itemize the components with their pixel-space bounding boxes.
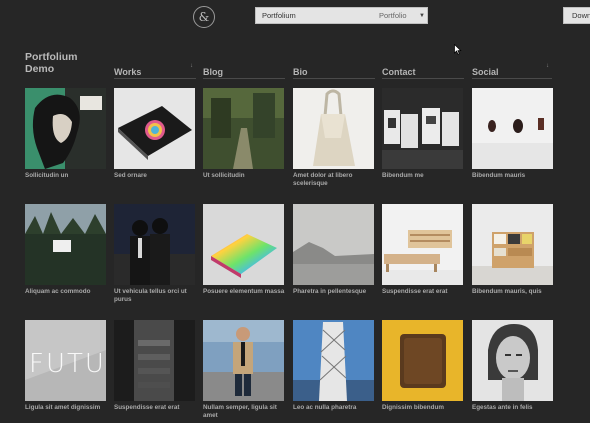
thumb-shelf-room[interactable] bbox=[472, 204, 553, 285]
mouse-cursor-icon bbox=[454, 44, 462, 55]
thumb-misty-landscape[interactable] bbox=[293, 204, 374, 285]
thumb-caption[interactable]: Egestas ante in felis bbox=[472, 404, 557, 412]
nav-contact[interactable]: Contact bbox=[382, 62, 464, 79]
thumb-caption[interactable]: Bibendum mauris, quis bbox=[472, 288, 557, 296]
thumb-caption[interactable]: Dignissim bibendum bbox=[382, 404, 467, 412]
nav-label: Works bbox=[114, 67, 142, 77]
theme-select-name: Portfolio bbox=[379, 11, 407, 20]
thumb-caption[interactable]: Amet dolor at libero scelerisque bbox=[293, 172, 378, 188]
thumb-caption[interactable]: Ut vehicula tellus orci ut purus bbox=[114, 288, 199, 304]
logo-glyph: & bbox=[198, 10, 210, 24]
thumb-woman-portrait[interactable] bbox=[472, 320, 553, 401]
thumb-caption[interactable]: Sollicitudin un bbox=[25, 172, 110, 180]
thumb-catalog-booklets[interactable] bbox=[382, 88, 463, 169]
thumb-caption[interactable]: Suspendisse erat erat bbox=[382, 288, 467, 296]
nav-works[interactable]: Works ↓ bbox=[114, 62, 196, 79]
thumb-caption[interactable]: Suspendisse erat erat bbox=[114, 404, 199, 412]
top-bar: & Portfolium Portfolio ▼ Down bbox=[0, 0, 590, 55]
thumb-caption[interactable]: Leo ac nulla pharetra bbox=[293, 404, 378, 412]
theme-select-value: Portfolium bbox=[262, 11, 296, 20]
thumb-caption[interactable]: Bibendum mauris bbox=[472, 172, 557, 180]
tile-text: FUTU bbox=[29, 349, 106, 379]
nav-bio[interactable]: Bio bbox=[293, 62, 375, 79]
thumb-caption[interactable]: Bibendum me bbox=[382, 172, 467, 180]
thumb-futu-typography[interactable]: FUTU bbox=[25, 320, 106, 401]
arrow-down-icon: ↓ bbox=[546, 63, 549, 69]
thumb-forest-path[interactable] bbox=[203, 88, 284, 169]
thumb-white-house-in-trees[interactable] bbox=[25, 204, 106, 285]
thumb-two-figures[interactable] bbox=[114, 204, 195, 285]
theme-select[interactable]: Portfolium Portfolio ▼ bbox=[255, 7, 428, 24]
thumb-yellow-canvas[interactable] bbox=[382, 320, 463, 401]
nav-label: Social bbox=[472, 67, 499, 77]
thumb-caption[interactable]: Aliquam ac commodo bbox=[25, 288, 110, 296]
ampersand-logo-icon[interactable]: & bbox=[193, 6, 215, 28]
nav-label: Contact bbox=[382, 67, 416, 77]
site-title[interactable]: Portfolium Demo bbox=[25, 51, 105, 75]
chevron-down-icon: ▼ bbox=[419, 12, 425, 19]
nav-blog[interactable]: Blog bbox=[203, 62, 285, 79]
thumb-caption[interactable]: Posuere elementum massa bbox=[203, 288, 288, 296]
download-button[interactable]: Down bbox=[563, 7, 590, 24]
thumb-caption[interactable]: Sed ornare bbox=[114, 172, 199, 180]
thumb-wooden-bench[interactable] bbox=[382, 204, 463, 285]
thumb-portrait-collage[interactable] bbox=[25, 88, 106, 169]
thumb-color-book[interactable] bbox=[114, 88, 195, 169]
arrow-down-icon: ↓ bbox=[190, 63, 193, 69]
thumb-man-in-suit[interactable] bbox=[203, 320, 284, 401]
thumb-caption[interactable]: Nullam semper, ligula sit amet bbox=[203, 404, 288, 420]
thumb-caption[interactable]: Ut sollicitudin bbox=[203, 172, 288, 180]
thumb-gallery-wall[interactable] bbox=[472, 88, 553, 169]
thumb-stairwell[interactable] bbox=[114, 320, 195, 401]
nav-label: Bio bbox=[293, 67, 308, 77]
thumb-caption[interactable]: Pharetra in pellentesque bbox=[293, 288, 378, 296]
nav-label: Blog bbox=[203, 67, 223, 77]
thumb-rainbow-block[interactable] bbox=[203, 204, 284, 285]
thumb-lattice-tower[interactable] bbox=[293, 320, 374, 401]
thumb-caption[interactable]: Ligula sit amet dignissim bbox=[25, 404, 110, 412]
nav-social[interactable]: Social ↓ bbox=[472, 62, 552, 79]
thumb-tote-bag[interactable] bbox=[293, 88, 374, 169]
